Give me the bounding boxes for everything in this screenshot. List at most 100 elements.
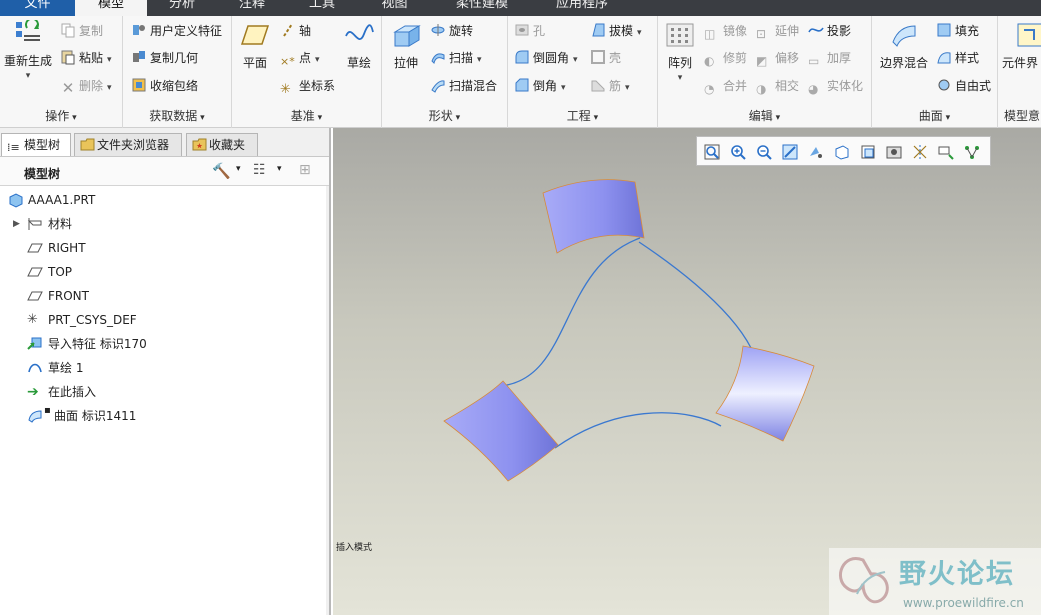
round-button[interactable]: 倒圆角 ▾	[514, 48, 578, 68]
paste-label: 粘贴	[79, 51, 104, 65]
tab-analysis[interactable]: 分析	[147, 0, 217, 16]
delete-button[interactable]: ✕ 删除 ▾	[60, 76, 112, 97]
boundary-blend-icon	[892, 25, 916, 47]
trim-label: 修剪	[723, 51, 748, 65]
shrinkwrap-icon	[132, 78, 146, 92]
shell-button[interactable]: 壳	[590, 48, 621, 68]
tab-folder-browser-label: 文件夹浏览器	[97, 138, 170, 152]
component-interface-label: 元件界	[1002, 56, 1039, 70]
delete-dropdown-icon[interactable]: ▾	[107, 83, 112, 93]
intersect-button[interactable]: ◑ 相交	[756, 76, 799, 96]
revolve-button[interactable]: 旋转	[430, 21, 473, 41]
copy-geometry-button[interactable]: 复制几何	[131, 48, 198, 68]
tab-tools[interactable]: 工具	[287, 0, 357, 16]
rib-button[interactable]: 筋 ▾	[590, 76, 630, 96]
group-label-model-intent[interactable]: 模型意	[1004, 107, 1041, 124]
point-dropdown-icon[interactable]: ▾	[315, 55, 320, 65]
point-label: 点	[299, 51, 312, 65]
tree-item-surface[interactable]: ▪ 曲面 标识1411	[0, 405, 136, 427]
tab-favorites[interactable]: 收藏夹	[186, 133, 258, 156]
tree-item-top-plane[interactable]: TOP	[0, 261, 72, 283]
trim-button[interactable]: ◐ 修剪	[704, 48, 747, 68]
paste-dropdown-icon[interactable]: ▾	[107, 55, 112, 65]
chamfer-dropdown-icon[interactable]: ▾	[561, 83, 566, 93]
group-label-surfaces[interactable]: 曲面	[872, 107, 997, 124]
project-button[interactable]: 投影	[808, 21, 851, 41]
group-label-shapes[interactable]: 形状	[382, 107, 507, 124]
regenerate-button[interactable]: 重新生成 ▾	[2, 20, 54, 81]
expand-arrow-icon[interactable]: ▶	[13, 213, 20, 235]
tree-show-icon[interactable]: ☷	[253, 162, 266, 178]
component-interface-button[interactable]: 元件界	[1002, 22, 1041, 71]
offset-button[interactable]: ◩ 偏移	[756, 48, 799, 68]
group-label-editing[interactable]: 编辑	[658, 107, 871, 124]
merge-label: 合并	[723, 79, 748, 93]
tree-item-right-plane[interactable]: RIGHT	[0, 237, 86, 259]
tree-settings-dropdown-icon[interactable]: ▾	[236, 164, 241, 174]
swept-blend-button[interactable]: 扫描混合	[430, 76, 497, 96]
tree-item-part[interactable]: AAAA1.PRT	[0, 189, 95, 211]
boundary-blend-button[interactable]: 边界混合	[876, 22, 932, 71]
tree-item-materials[interactable]: ▶ 材料	[0, 213, 72, 235]
tab-model-tree[interactable]: ⁞≡ 模型树	[1, 133, 71, 156]
group-label-engineering[interactable]: 工程	[508, 107, 657, 124]
sketch-button[interactable]: 草绘	[340, 22, 378, 71]
tree-item-sketch[interactable]: 草绘 1	[0, 357, 83, 379]
udf-button[interactable]: 用户定义特征	[131, 21, 222, 41]
tree-settings-icon[interactable]: 🔨	[212, 162, 231, 180]
hole-label: 孔	[533, 24, 546, 38]
extrude-button[interactable]: 拉伸	[388, 22, 424, 71]
point-button[interactable]: ×* 点 ▾	[280, 48, 320, 68]
tab-model[interactable]: 模型	[75, 0, 147, 16]
rib-dropdown-icon[interactable]: ▾	[625, 83, 630, 93]
style-button[interactable]: 样式	[936, 48, 979, 68]
model-canvas[interactable]	[333, 128, 1041, 615]
udf-icon	[133, 25, 145, 35]
solidify-button[interactable]: ◕ 实体化	[808, 76, 863, 96]
group-label-datum[interactable]: 基准	[232, 107, 381, 124]
sweep-dropdown-icon[interactable]: ▾	[477, 55, 482, 65]
graphics-window[interactable]: 插入模式 野火论坛 www.proewildfire.cn	[333, 128, 1041, 615]
sweep-button[interactable]: 扫描 ▾	[430, 48, 482, 68]
hole-icon	[515, 24, 529, 36]
chamfer-button[interactable]: 倒角 ▾	[514, 76, 566, 96]
thicken-button[interactable]: ▭ 加厚	[808, 48, 851, 68]
draft-dropdown-icon[interactable]: ▾	[637, 28, 642, 38]
tab-folder-browser[interactable]: 文件夹浏览器	[74, 133, 182, 156]
paste-button[interactable]: 粘贴 ▾	[60, 48, 112, 68]
regenerate-dropdown-icon[interactable]: ▾	[2, 71, 54, 81]
mirror-button[interactable]: ◫ 镜像	[704, 21, 747, 41]
plane-button[interactable]: 平面	[238, 22, 272, 71]
tab-annotate[interactable]: 注释	[217, 0, 287, 16]
fill-button[interactable]: 填充	[936, 21, 979, 41]
tree-item-label: AAAA1.PRT	[28, 193, 96, 207]
csys-button[interactable]: ✳ 坐标系	[280, 76, 335, 97]
tab-flexible-modeling[interactable]: 柔性建模	[432, 0, 532, 16]
surface-patch-left[interactable]	[443, 380, 559, 482]
tab-view[interactable]: 视图	[357, 0, 432, 16]
hole-button[interactable]: 孔	[514, 21, 545, 41]
boundary-curves[interactable]	[500, 237, 752, 449]
tree-item-csys[interactable]: ✳ PRT_CSYS_DEF	[0, 309, 137, 331]
copy-button[interactable]: 复制	[60, 21, 103, 41]
tree-item-import-feature[interactable]: 导入特征 标识170	[0, 333, 147, 355]
axis-button[interactable]: 轴	[280, 21, 311, 41]
group-label-get-data[interactable]: 获取数据	[123, 107, 231, 124]
tree-show-dropdown-icon[interactable]: ▾	[277, 164, 282, 174]
pattern-button[interactable]: 阵列 ▾	[662, 22, 698, 83]
pattern-dropdown-icon[interactable]: ▾	[662, 73, 698, 83]
shrinkwrap-button[interactable]: 收缩包络	[131, 76, 198, 96]
group-label-operations[interactable]: 操作	[0, 107, 122, 124]
tab-applications[interactable]: 应用程序	[532, 0, 632, 16]
draft-button[interactable]: 拔模 ▾	[590, 21, 642, 41]
freestyle-button[interactable]: 自由式	[936, 76, 991, 96]
merge-button[interactable]: ◔ 合并	[704, 76, 747, 96]
tree-item-front-plane[interactable]: FRONT	[0, 285, 89, 307]
surface-patch-right[interactable]	[715, 345, 815, 442]
tree-item-label: 材料	[48, 217, 73, 231]
tree-filter-icon[interactable]: ⊞	[299, 162, 311, 178]
surface-patch-top[interactable]	[542, 179, 645, 254]
round-dropdown-icon[interactable]: ▾	[573, 55, 578, 65]
extend-button[interactable]: ⊡ 延伸	[756, 21, 799, 41]
tab-file[interactable]: 文件	[0, 0, 75, 16]
